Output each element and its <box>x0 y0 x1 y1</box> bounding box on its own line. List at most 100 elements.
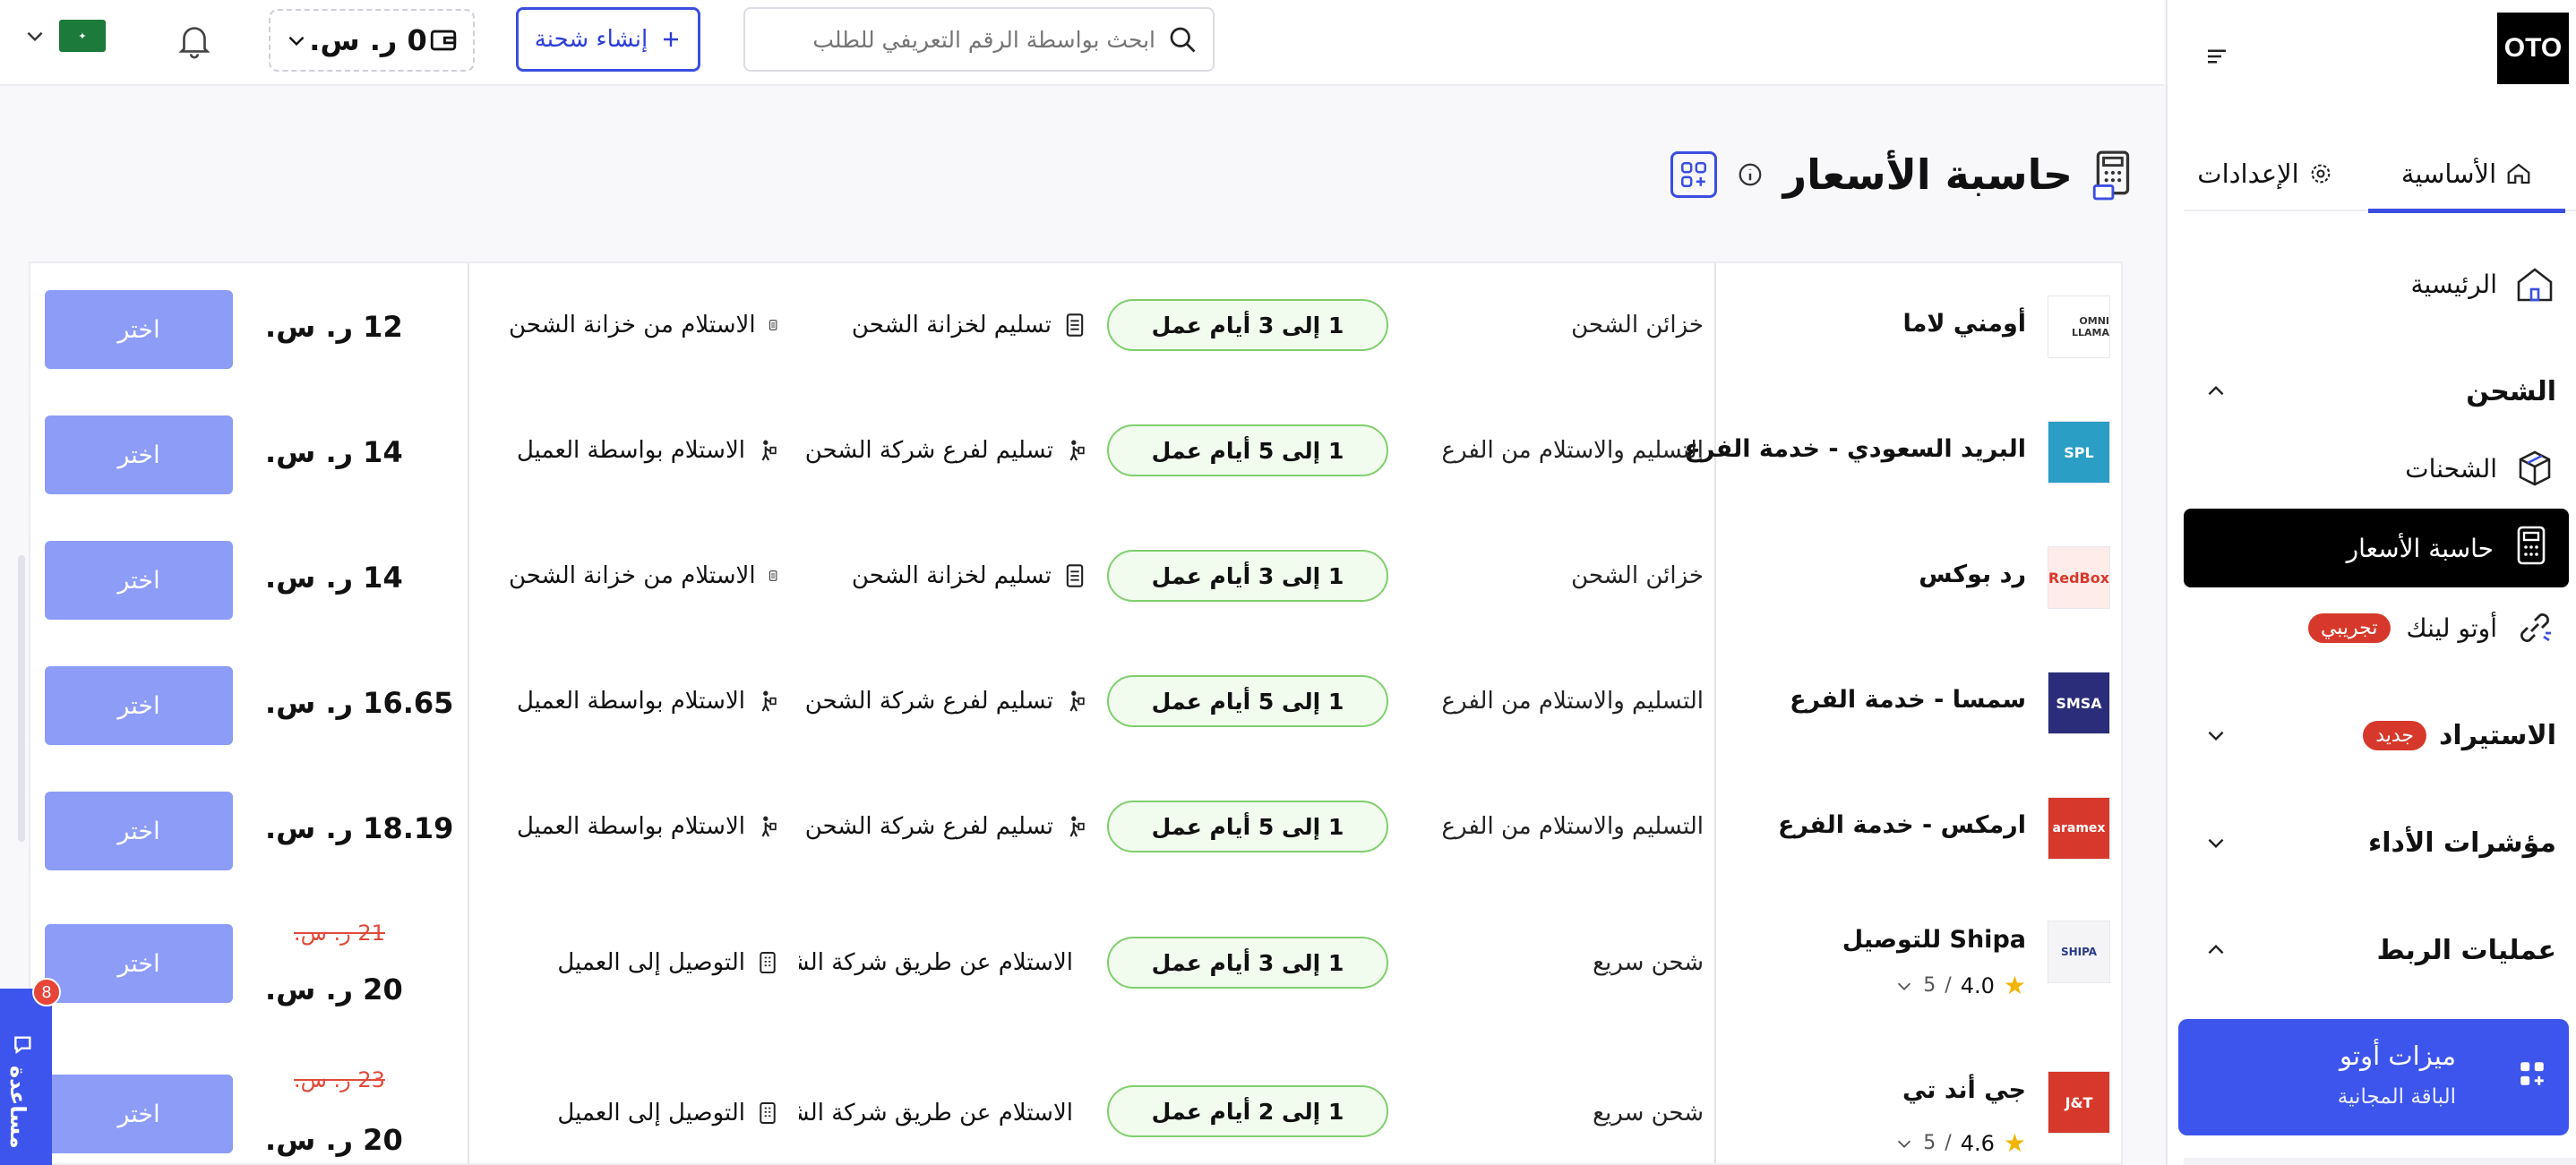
pickup-method: الاستلام بواسطة العميل <box>517 437 777 464</box>
bell-icon[interactable] <box>174 18 215 63</box>
chevron-down-icon <box>2198 825 2234 861</box>
chevron-up-icon <box>2198 373 2234 409</box>
create-shipment-button[interactable]: إنشاء شحنة <box>516 7 700 72</box>
chevron-down-icon <box>1898 1140 1911 1148</box>
oto-features-card[interactable]: ميزات أوتو الباقة المجانية <box>2178 1019 2569 1135</box>
sidebar-item-label: حاسبة الأسعار <box>2346 533 2494 563</box>
wallet-balance[interactable]: 0 ر. س. <box>269 9 475 72</box>
choose-button[interactable]: اختر <box>45 290 233 369</box>
price: 14 ر. س. <box>265 561 403 595</box>
sidebar-section-shipping[interactable]: الشحن <box>2198 360 2556 423</box>
carrier-logo: SPL <box>2048 421 2110 484</box>
locker-icon <box>1066 564 1084 587</box>
chevron-down-icon <box>2198 717 2234 753</box>
carrier-rating[interactable]: ★ 4.0 / 5 <box>1894 971 2026 1000</box>
delivery-label: تسليم لفرع شركة الشحن <box>804 813 1053 840</box>
chevron-down-icon <box>1898 982 1911 990</box>
box-icon <box>2513 447 2556 490</box>
delivery-days-pill: 1 إلى 5 أيام عمل <box>1107 801 1388 852</box>
sidebar-section-integrations[interactable]: عمليات الربط <box>2198 919 2556 981</box>
sidebar-item-label: الشحنات <box>2405 453 2497 484</box>
delivery-label: الاستلام عن طريق شركة الشحن <box>799 1100 1073 1126</box>
sidebar-section-import[interactable]: الاستيراد جديد <box>2198 704 2556 767</box>
search-box[interactable] <box>743 7 1215 72</box>
choose-button[interactable]: اختر <box>45 541 233 620</box>
menu-collapse-icon[interactable] <box>2203 43 2230 70</box>
table-row: aramex ارمكس - خدمة الفرع التسليم والاست… <box>30 765 2121 890</box>
section-title: الاستيراد جديد <box>2363 720 2556 751</box>
carrier-logo: J&T <box>2048 1071 2110 1134</box>
table-row: SPL البريد السعودي - خدمة الفرع التسليم … <box>30 389 2121 514</box>
pickup-label: الاستلام من خزانة الشحن <box>509 562 756 589</box>
section-label: مؤشرات الأداء <box>2367 827 2556 859</box>
section-label: الشحن <box>2466 375 2556 407</box>
carrier-name: سمسا - خدمة الفرع <box>1790 686 2026 714</box>
old-price: 23 ر. س. <box>294 1067 385 1092</box>
delivery-method: تسليم لخزانة الشحن <box>852 562 1086 589</box>
language-selector[interactable]: ✦ <box>23 20 106 52</box>
person-walk-icon <box>761 690 777 712</box>
delivery-label: الاستلام عن طريق شركة الشحن <box>799 949 1073 976</box>
sidebar-item-shipments[interactable]: الشحنات <box>2405 437 2556 500</box>
choose-button[interactable]: اختر <box>45 1075 233 1153</box>
help-label: مساعدة <box>5 1066 30 1149</box>
locker-icon <box>1066 313 1084 337</box>
choose-button[interactable]: اختر <box>45 415 233 494</box>
pickup-method: الاستلام بواسطة العميل <box>517 813 777 840</box>
carrier-logo: SHIPA <box>2048 921 2110 983</box>
apps-grid-button[interactable] <box>1670 151 1717 198</box>
building-icon <box>760 952 776 973</box>
delivery-label: تسليم لخزانة الشحن <box>851 312 1052 338</box>
delivery-days-pill: 1 إلى 3 أيام عمل <box>1107 299 1388 351</box>
carrier-rating[interactable]: ★ 4.6 / 5 <box>1894 1128 2026 1158</box>
pickup-label: الاستلام من خزانة الشحن <box>509 312 756 338</box>
pickup-method: الاستلام من خزانة الشحن <box>509 562 777 589</box>
carrier-name: رد بوكس <box>1919 561 2026 588</box>
table-row: RedBox رد بوكس خزائن الشحن 1 إلى 3 أيام … <box>30 514 2121 639</box>
page-title: حاسبة الأسعار <box>1782 150 2073 199</box>
star-icon: ★ <box>2003 971 2026 1000</box>
choose-button[interactable]: اختر <box>45 666 233 745</box>
rating-total: 5 <box>1923 1132 1936 1154</box>
pickup-label: التوصيل إلى العميل <box>557 949 745 976</box>
sidebar-item-home[interactable]: الرئيسية <box>2411 253 2556 315</box>
help-tab[interactable]: 8 مساعدة <box>0 978 61 1165</box>
delivery-days-pill: 1 إلى 5 أيام عمل <box>1107 424 1388 476</box>
left-scrollbar[interactable] <box>18 555 25 842</box>
page-title-bar: حاسبة الأسعار <box>1670 149 2137 201</box>
rating-value: 4.6 <box>1960 1130 1995 1156</box>
sidebar-section-kpi[interactable]: مؤشرات الأداء <box>2198 811 2556 874</box>
trial-badge: تجريبي <box>2307 612 2391 643</box>
oto-logo[interactable]: OTO <box>2497 13 2569 84</box>
sidebar-item-price-calculator[interactable]: حاسبة الأسعار <box>2184 509 2569 587</box>
search-input[interactable] <box>779 26 1155 53</box>
person-walk-icon <box>1069 816 1085 837</box>
rating-total: 5 <box>1923 974 1936 997</box>
delivery-method: الاستلام عن طريق شركة الشحن <box>799 949 1086 976</box>
table-row: J&T جي أند تي ★ 4.6 / 5 شحن سريع 1 إلى 2… <box>30 1041 2121 1163</box>
carriers-table: OMNI LLAMA أومني لاما خزائن الشحن 1 إلى … <box>29 261 2123 1165</box>
chevron-up-icon <box>2198 932 2234 968</box>
tab-settings[interactable]: الإعدادات <box>2189 147 2341 201</box>
delivery-days-pill: 1 إلى 5 أيام عمل <box>1107 675 1388 727</box>
price: 12 ر. س. <box>265 310 403 344</box>
sidebar-item-oto-link[interactable]: أوتو لينك تجريبي <box>2307 596 2556 659</box>
choose-button[interactable]: اختر <box>45 792 233 870</box>
plus-icon <box>664 32 679 47</box>
chevron-down-icon <box>288 36 305 47</box>
sidebar-item-label: الرئيسية <box>2410 269 2497 299</box>
price: 16.65 ر. س. <box>265 686 454 720</box>
tab-main[interactable]: الأساسية <box>2368 147 2565 213</box>
pickup-method: الاستلام من خزانة الشحن <box>509 312 777 338</box>
create-shipment-label: إنشاء شحنة <box>534 26 648 53</box>
info-icon[interactable] <box>1737 161 1764 188</box>
rating-separator: / <box>1945 1132 1952 1154</box>
choose-button[interactable]: اختر <box>45 924 233 1003</box>
carrier-name: Shipa للتوصيل <box>1842 926 2026 954</box>
building-icon <box>760 1102 776 1124</box>
carrier-name: جي أند تي <box>1902 1076 2026 1104</box>
table-row: SHIPA Shipa للتوصيل ★ 4.0 / 5 شحن سريع 1… <box>30 890 2121 1041</box>
service-type: التسليم والاستلام من الفرع <box>1441 688 1704 715</box>
home-icon <box>2507 163 2530 184</box>
rating-value: 4.0 <box>1960 972 1995 998</box>
